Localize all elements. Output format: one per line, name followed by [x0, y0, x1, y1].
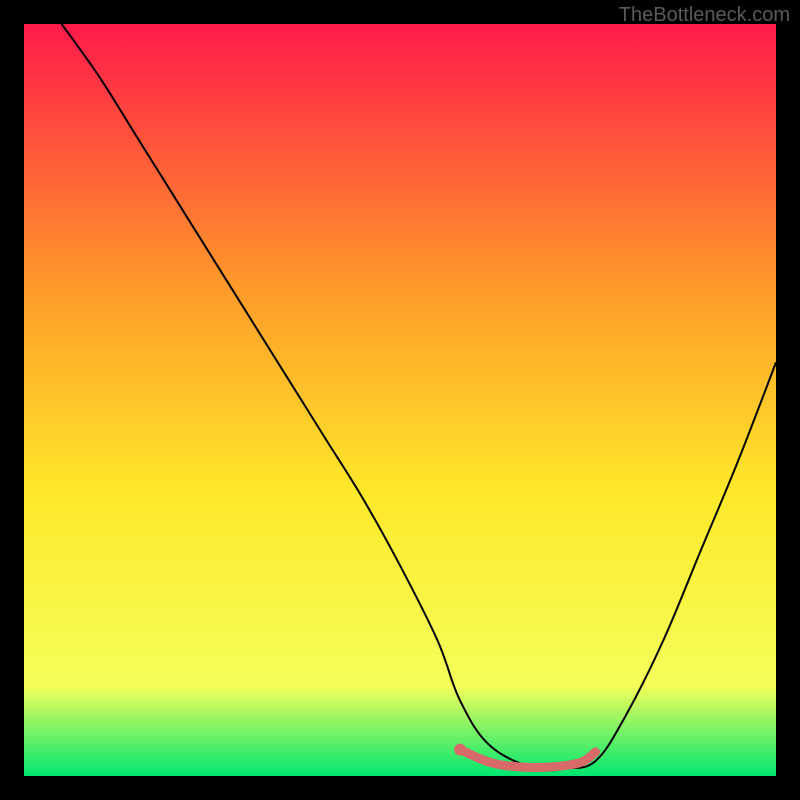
- watermark-text: TheBottleneck.com: [619, 4, 790, 27]
- optimal-start-dot: [454, 744, 466, 756]
- chart-plot-area: [24, 24, 776, 776]
- chart-svg: [24, 24, 776, 776]
